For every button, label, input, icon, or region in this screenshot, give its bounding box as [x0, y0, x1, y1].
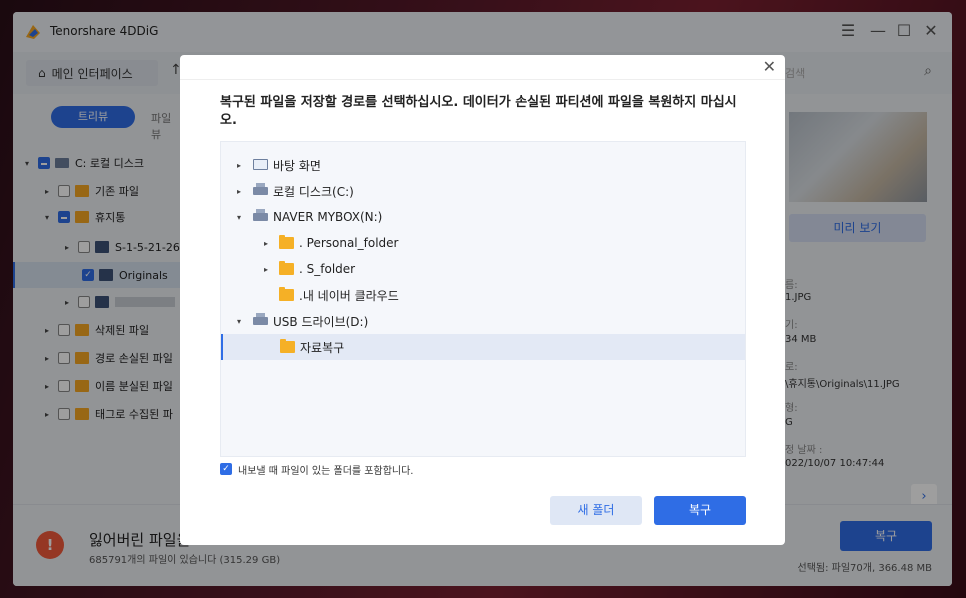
folder-tree-item-naver-mybox[interactable]: ▾ NAVER MYBOX(N:) [221, 204, 745, 230]
folder-tree-label: 자료복구 [300, 340, 345, 355]
folder-tree-label: . S_folder [299, 262, 356, 276]
include-folder-option[interactable]: ✓ 내보낼 때 파일이 있는 폴더를 포함합니다. [220, 461, 413, 477]
collapsed-arrow-icon[interactable]: ▸ [237, 187, 241, 196]
folder-icon [279, 235, 294, 249]
save-path-dialog: ✕ 복구된 파일을 저장할 경로를 선택하십시오. 데이터가 손실된 파티션에 … [180, 55, 785, 545]
include-folder-label: 내보낼 때 파일이 있는 폴더를 포함합니다. [238, 465, 414, 477]
expanded-arrow-icon[interactable]: ▾ [237, 213, 241, 222]
folder-tree-label: . Personal_folder [299, 236, 399, 250]
folder-tree-label: 바탕 화면 [273, 158, 321, 173]
dialog-close-icon[interactable]: ✕ [763, 57, 776, 76]
include-folder-checkbox[interactable]: ✓ [220, 463, 232, 475]
usb-drive-icon [253, 313, 268, 325]
folder-tree-item-naver-cloud[interactable]: .내 네이버 클라우드 [221, 282, 745, 308]
folder-tree-label: 로컬 디스크(C:) [273, 184, 354, 199]
monitor-icon [253, 159, 268, 170]
folder-tree-label: .내 네이버 클라우드 [299, 288, 399, 303]
dialog-title: 복구된 파일을 저장할 경로를 선택하십시오. 데이터가 손실된 파티션에 파일… [220, 95, 737, 128]
folder-tree-item-local-disk[interactable]: ▸ 로컬 디스크(C:) [221, 178, 745, 204]
folder-tree-label: NAVER MYBOX(N:) [273, 210, 383, 224]
collapsed-arrow-icon[interactable]: ▸ [264, 265, 268, 274]
folder-tree-item-personal-folder[interactable]: ▸ . Personal_folder [221, 230, 745, 256]
drive-icon [253, 183, 268, 195]
new-folder-button[interactable]: 새 폴더 [550, 496, 642, 525]
drive-icon [253, 209, 268, 221]
dialog-recover-button[interactable]: 복구 [654, 496, 746, 525]
folder-icon [280, 339, 295, 353]
folder-tree-item-s-folder[interactable]: ▸ . S_folder [221, 256, 745, 282]
folder-tree: ▸ 바탕 화면 ▸ 로컬 디스크(C:) ▾ NAVER MYBOX(N:) ▸… [220, 141, 746, 457]
collapsed-arrow-icon[interactable]: ▸ [237, 161, 241, 170]
folder-icon [279, 261, 294, 275]
folder-tree-item-data-recovery[interactable]: 자료복구 [221, 334, 745, 360]
folder-tree-item-usb-drive[interactable]: ▾ USB 드라이브(D:) [221, 308, 745, 334]
folder-icon [279, 287, 294, 301]
collapsed-arrow-icon[interactable]: ▸ [264, 239, 268, 248]
expanded-arrow-icon[interactable]: ▾ [237, 317, 241, 326]
divider [180, 79, 785, 80]
folder-tree-item-desktop[interactable]: ▸ 바탕 화면 [221, 152, 745, 178]
folder-tree-label: USB 드라이브(D:) [273, 314, 369, 329]
